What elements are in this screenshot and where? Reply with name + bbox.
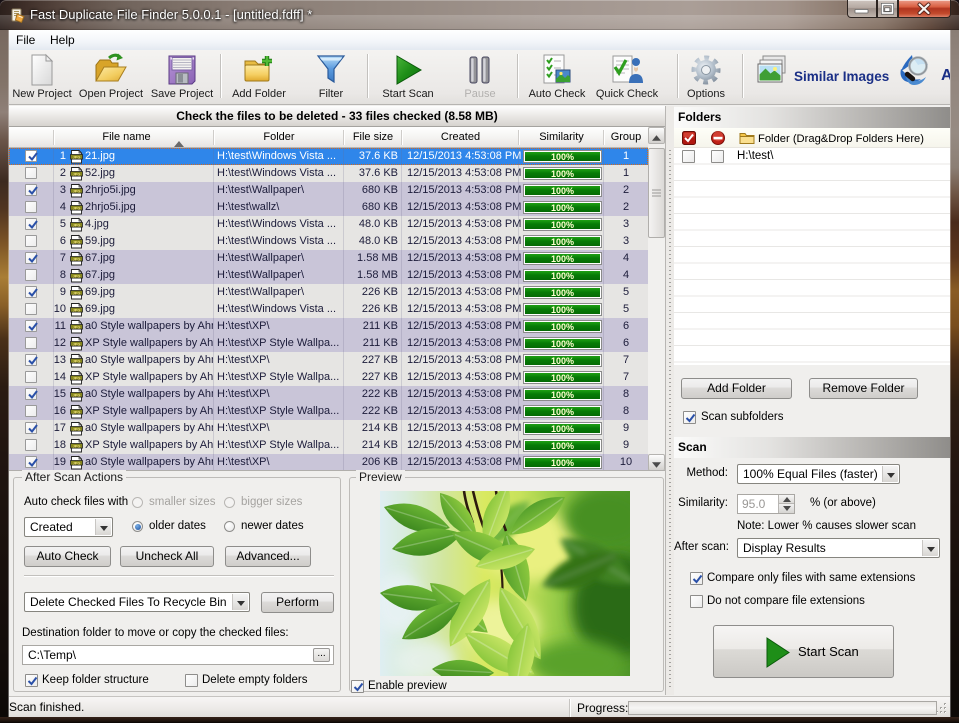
svg-text:JPG: JPG [73,222,81,227]
svg-text:JPG: JPG [73,290,81,295]
svg-text:JPG: JPG [73,239,81,244]
svg-text:JPG: JPG [73,426,81,431]
svg-text:JPG: JPG [73,409,81,414]
svg-text:JPG: JPG [73,341,81,346]
svg-text:JPG: JPG [73,392,81,397]
svg-text:JPG: JPG [73,358,81,363]
svg-text:JPG: JPG [73,171,81,176]
svg-text:JPG: JPG [73,256,81,261]
svg-text:JPG: JPG [73,443,81,448]
svg-text:JPG: JPG [73,188,81,193]
svg-text:JPG: JPG [73,154,81,159]
svg-text:JPG: JPG [73,205,81,210]
svg-text:JPG: JPG [73,460,81,465]
svg-text:JPG: JPG [73,307,81,312]
svg-text:JPG: JPG [73,273,81,278]
svg-text:JPG: JPG [73,375,81,380]
svg-text:JPG: JPG [73,324,81,329]
